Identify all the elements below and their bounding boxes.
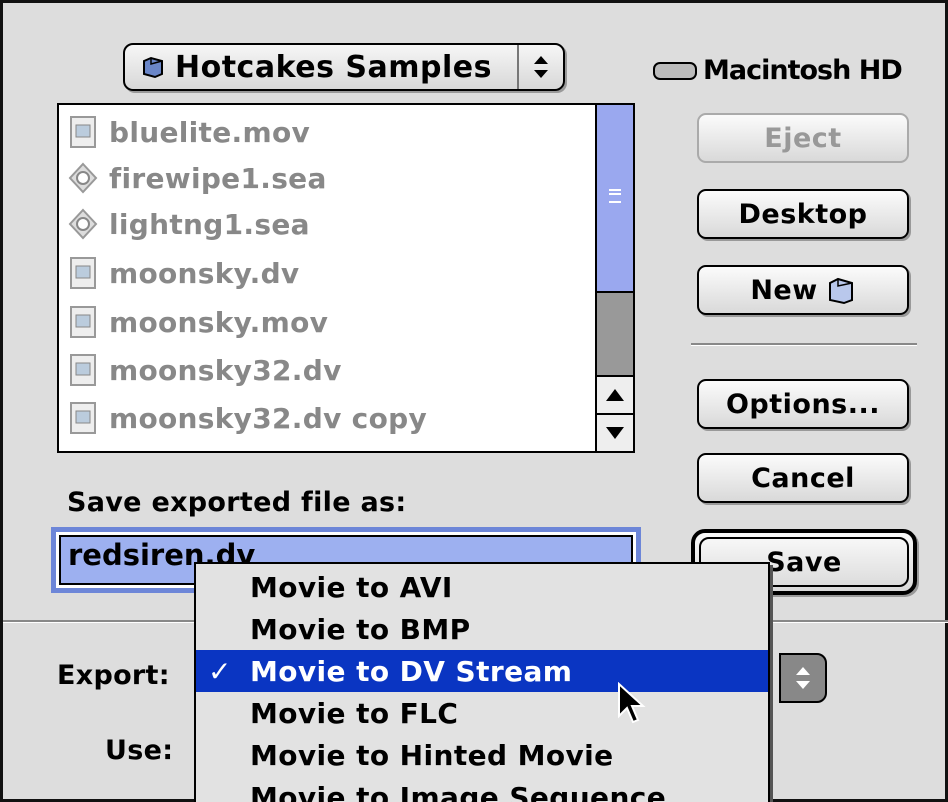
- new-folder-button[interactable]: New: [697, 265, 909, 315]
- save-as-label: Save exported file as:: [67, 487, 407, 518]
- menu-item[interactable]: Movie to Hinted Movie: [196, 734, 768, 776]
- scroll-down-button[interactable]: [597, 413, 633, 451]
- menu-item-label: Movie to Image Sequence: [250, 780, 667, 802]
- popup-arrows-icon: [796, 667, 810, 689]
- file-name: moonsky.mov: [109, 305, 329, 339]
- list-item[interactable]: moonsky32.dv: [59, 347, 342, 393]
- cancel-button[interactable]: Cancel: [697, 453, 909, 503]
- movie-document-icon: [70, 402, 96, 434]
- scroll-thumb[interactable]: [597, 105, 633, 293]
- disk-label: Macintosh HD: [653, 55, 903, 86]
- desktop-button[interactable]: Desktop: [697, 189, 909, 239]
- menu-item-label: Movie to Hinted Movie: [250, 738, 614, 772]
- file-name: bluelite.mov: [109, 115, 311, 149]
- menu-item-label: Movie to FLC: [250, 696, 459, 730]
- eject-button[interactable]: Eject: [697, 113, 909, 163]
- menu-item-label: Movie to BMP: [250, 612, 471, 646]
- new-folder-icon: [828, 277, 853, 305]
- popup-arrows-icon: [517, 45, 563, 89]
- movie-document-icon: [70, 306, 96, 338]
- folder-icon: [143, 56, 163, 79]
- folder-popup-label: Hotcakes Samples: [175, 49, 492, 85]
- checkmark-icon: ✓: [208, 654, 232, 688]
- export-format-menu[interactable]: Movie to AVI Movie to BMP ✓ Movie to DV …: [194, 562, 770, 802]
- grip-icon: [609, 189, 621, 203]
- options-button[interactable]: Options...: [697, 379, 909, 429]
- movie-document-icon: [70, 354, 96, 386]
- desktop-label: Desktop: [738, 198, 868, 230]
- menu-item-label: Movie to DV Stream: [250, 654, 573, 688]
- eject-label: Eject: [764, 122, 842, 154]
- arrow-up-icon: [606, 389, 624, 401]
- list-item[interactable]: lightng1.sea: [59, 201, 310, 247]
- list-item[interactable]: firewipe1.sea: [59, 155, 327, 201]
- file-list[interactable]: bluelite.mov firewipe1.sea lightng1.sea …: [57, 103, 635, 453]
- list-item[interactable]: moonsky.mov: [59, 299, 328, 345]
- hard-disk-icon: [653, 61, 697, 80]
- list-item[interactable]: moonsky32.dv copy: [59, 395, 427, 441]
- mouse-cursor-icon: [618, 682, 646, 724]
- list-item[interactable]: bluelite.mov: [59, 109, 310, 155]
- save-label: Save: [766, 546, 842, 578]
- file-name: firewipe1.sea: [109, 161, 327, 195]
- archive-document-icon: [68, 208, 98, 240]
- cancel-label: Cancel: [751, 462, 855, 494]
- export-popup-arrows[interactable]: [779, 653, 827, 703]
- use-label: Use:: [105, 735, 174, 766]
- movie-document-icon: [70, 116, 96, 148]
- file-name: moonsky32.dv copy: [109, 401, 427, 435]
- menu-item[interactable]: Movie to Image Sequence: [196, 776, 768, 802]
- button-separator: [691, 343, 917, 346]
- menu-item-selected[interactable]: ✓ Movie to DV Stream: [196, 650, 768, 692]
- file-name: lightng1.sea: [109, 207, 310, 241]
- options-label: Options...: [725, 388, 881, 420]
- movie-document-icon: [70, 257, 96, 289]
- scroll-track[interactable]: [597, 293, 633, 375]
- scroll-up-button[interactable]: [597, 375, 633, 413]
- menu-item[interactable]: Movie to BMP: [196, 608, 768, 650]
- export-label: Export:: [57, 660, 170, 691]
- menu-item[interactable]: Movie to AVI: [196, 566, 768, 608]
- folder-popup[interactable]: Hotcakes Samples: [123, 43, 565, 91]
- new-label: New: [750, 274, 818, 306]
- archive-document-icon: [68, 162, 98, 194]
- menu-item-label: Movie to AVI: [250, 570, 453, 604]
- arrow-down-icon: [606, 427, 624, 439]
- file-name: moonsky.dv: [109, 256, 300, 290]
- menu-item[interactable]: Movie to FLC: [196, 692, 768, 734]
- file-list-scrollbar[interactable]: [595, 105, 633, 451]
- list-item[interactable]: moonsky.dv: [59, 250, 299, 296]
- file-name: moonsky32.dv: [109, 353, 342, 387]
- disk-name: Macintosh HD: [703, 55, 903, 86]
